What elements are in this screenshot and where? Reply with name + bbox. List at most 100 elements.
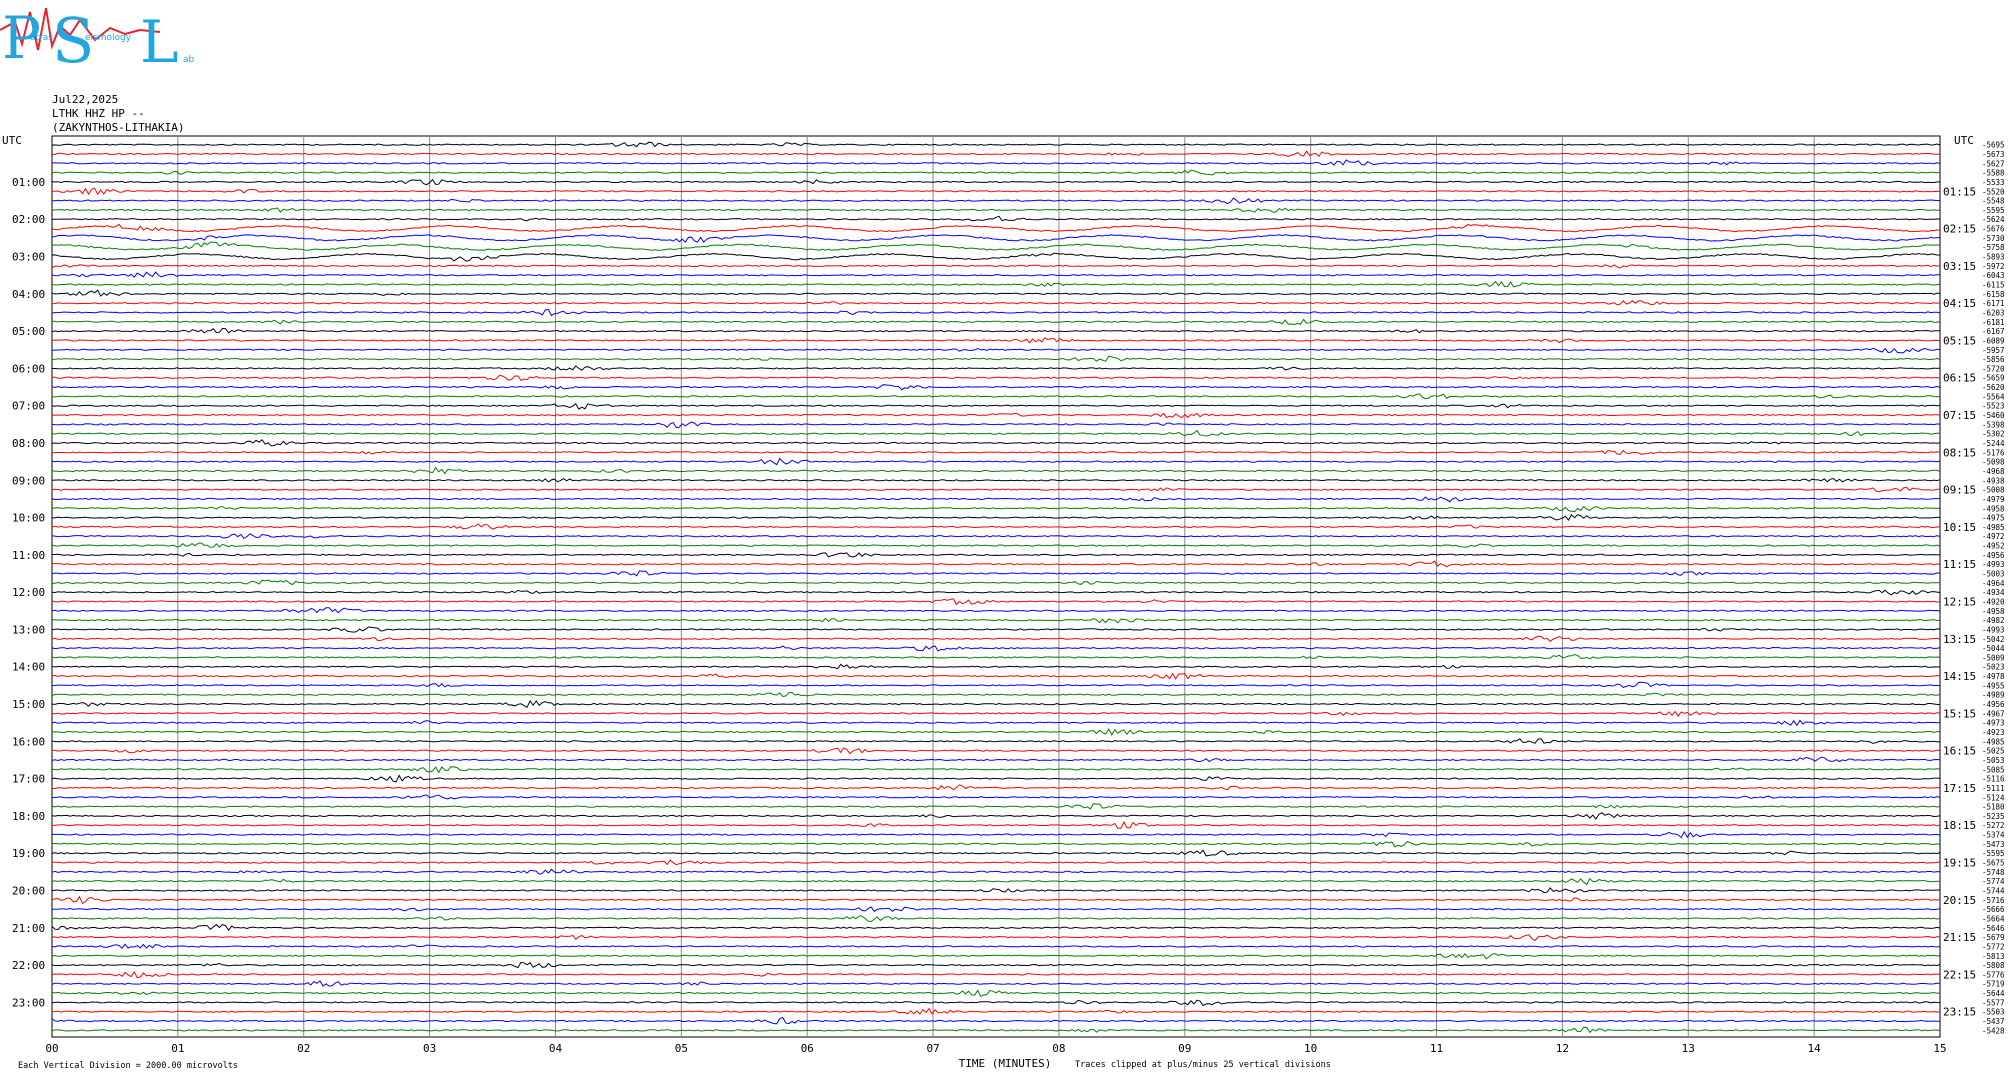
row-offset-label: -5856 [1982,355,2005,364]
left-time-label: 21:00 [12,922,45,935]
row-offset-label: -6043 [1982,271,2005,280]
row-offset-label: -5646 [1982,924,2005,933]
trace-row [52,300,1941,306]
trace-row [51,812,1941,820]
trace-row [51,141,1941,148]
trace-row [51,1016,1941,1025]
trace-row [51,271,1940,279]
row-offset-label: -5730 [1982,234,2005,243]
row-offset-label: -4938 [1982,476,2005,485]
left-time-label: 19:00 [12,847,45,860]
right-time-label: 11:15 [1943,558,1976,571]
right-time-label: 12:15 [1943,595,1976,608]
x-tick-label: 01 [171,1042,184,1055]
x-tick-label: 08 [1052,1042,1065,1055]
right-time-label: 22:15 [1943,968,1976,981]
row-offset-label: -5437 [1982,1017,2005,1026]
row-offset-label: -5533 [1982,178,2005,187]
x-tick-label: 02 [297,1042,310,1055]
row-offset-label: -4972 [1982,532,2005,541]
trace-row [51,877,1941,886]
x-tick-label: 03 [423,1042,436,1055]
trace-row [51,241,1941,251]
row-offset-label: -5023 [1982,663,2005,672]
trace-row [51,308,1941,317]
trace-row [51,207,1941,213]
trace-row [51,895,1941,905]
trace-row [51,280,1941,288]
trace-row [52,215,1941,222]
trace-row [51,663,1941,670]
row-offset-label: -5666 [1982,905,2005,914]
trace-row [51,672,1941,680]
row-offset-label: -6203 [1982,308,2005,317]
trace-row [51,756,1941,763]
seismogram-helicorder: 01:00 02:00 03:00 04:00 05:00 06:00 07:00 08:00… [2,134,2005,1071]
trace-row [51,318,1941,326]
trace-row [51,915,1941,923]
row-offset-label: -5720 [1982,364,2005,373]
left-time-label: 16:00 [12,735,45,748]
row-offset-label: -5044 [1982,644,2005,653]
trace-row [51,887,1940,894]
x-tick-label: 15 [1933,1042,1946,1055]
row-offset-label: -6181 [1982,318,2005,327]
right-time-label: 05:15 [1943,334,1976,347]
row-offset-label: -5116 [1982,775,2005,784]
row-offset-label: -5548 [1982,197,2005,206]
trace-row [51,859,1941,866]
row-offset-label: -5772 [1982,942,2005,951]
row-offset-label: -5520 [1982,187,2005,196]
trace-row [51,953,1941,960]
row-offset-label: -5085 [1982,765,2005,774]
x-tick-label: 13 [1682,1042,1695,1055]
left-time-label: 15:00 [12,698,45,711]
trace-row [52,197,1941,205]
row-offset-label: -4978 [1982,672,2005,681]
trace-row [51,365,1941,371]
row-offset-label: -5564 [1982,392,2005,401]
row-offset-label: -6167 [1982,327,2005,336]
row-offset-label: -5588 [1982,169,2005,178]
x-tick-label: 09 [1178,1042,1191,1055]
trace-row [51,457,1941,466]
trace-row [51,486,1940,493]
trace-row [51,635,1941,642]
right-time-label: 16:15 [1943,745,1976,758]
right-time-label: 21:15 [1943,931,1976,944]
trace-row [51,327,1940,334]
right-time-label: 23:15 [1943,1006,1976,1019]
left-time-label: 03:00 [12,251,45,264]
utc-left-label: UTC [2,134,22,147]
row-offset-label: -5272 [1982,821,2005,830]
right-time-label: 03:15 [1943,260,1976,273]
trace-row [52,617,1941,624]
row-offset-label: -4968 [1982,467,2005,476]
plot-border [51,135,1941,1038]
row-offset-label: -5009 [1982,653,2005,662]
trace-row [51,607,1941,614]
row-offset-label: -5716 [1982,896,2005,905]
trace-row [51,924,1941,932]
row-offset-label: -6115 [1982,281,2005,290]
right-time-label: 17:15 [1943,782,1976,795]
trace-row [51,626,1941,633]
row-offset-label: -5957 [1982,346,2005,355]
x-tick-label: 11 [1430,1042,1443,1055]
right-time-label: 07:15 [1943,409,1976,422]
trace-row [51,523,1941,530]
row-offset-label: -4920 [1982,597,2005,606]
row-offset-label: -5744 [1982,886,2005,895]
right-time-label: 10:15 [1943,521,1976,534]
trace-row [51,653,1941,660]
right-time-label: 13:15 [1943,633,1976,646]
trace-row [51,1026,1941,1034]
row-offset-label: -5098 [1982,458,2005,467]
row-offset-label: -4985 [1982,523,2005,532]
row-offset-label: -4952 [1982,542,2005,551]
row-offset-label: -4993 [1982,625,2005,634]
right-time-label: 09:15 [1943,484,1976,497]
trace-row [51,505,1940,513]
trace-row [51,429,1941,437]
row-offset-label: -5627 [1982,159,2005,168]
